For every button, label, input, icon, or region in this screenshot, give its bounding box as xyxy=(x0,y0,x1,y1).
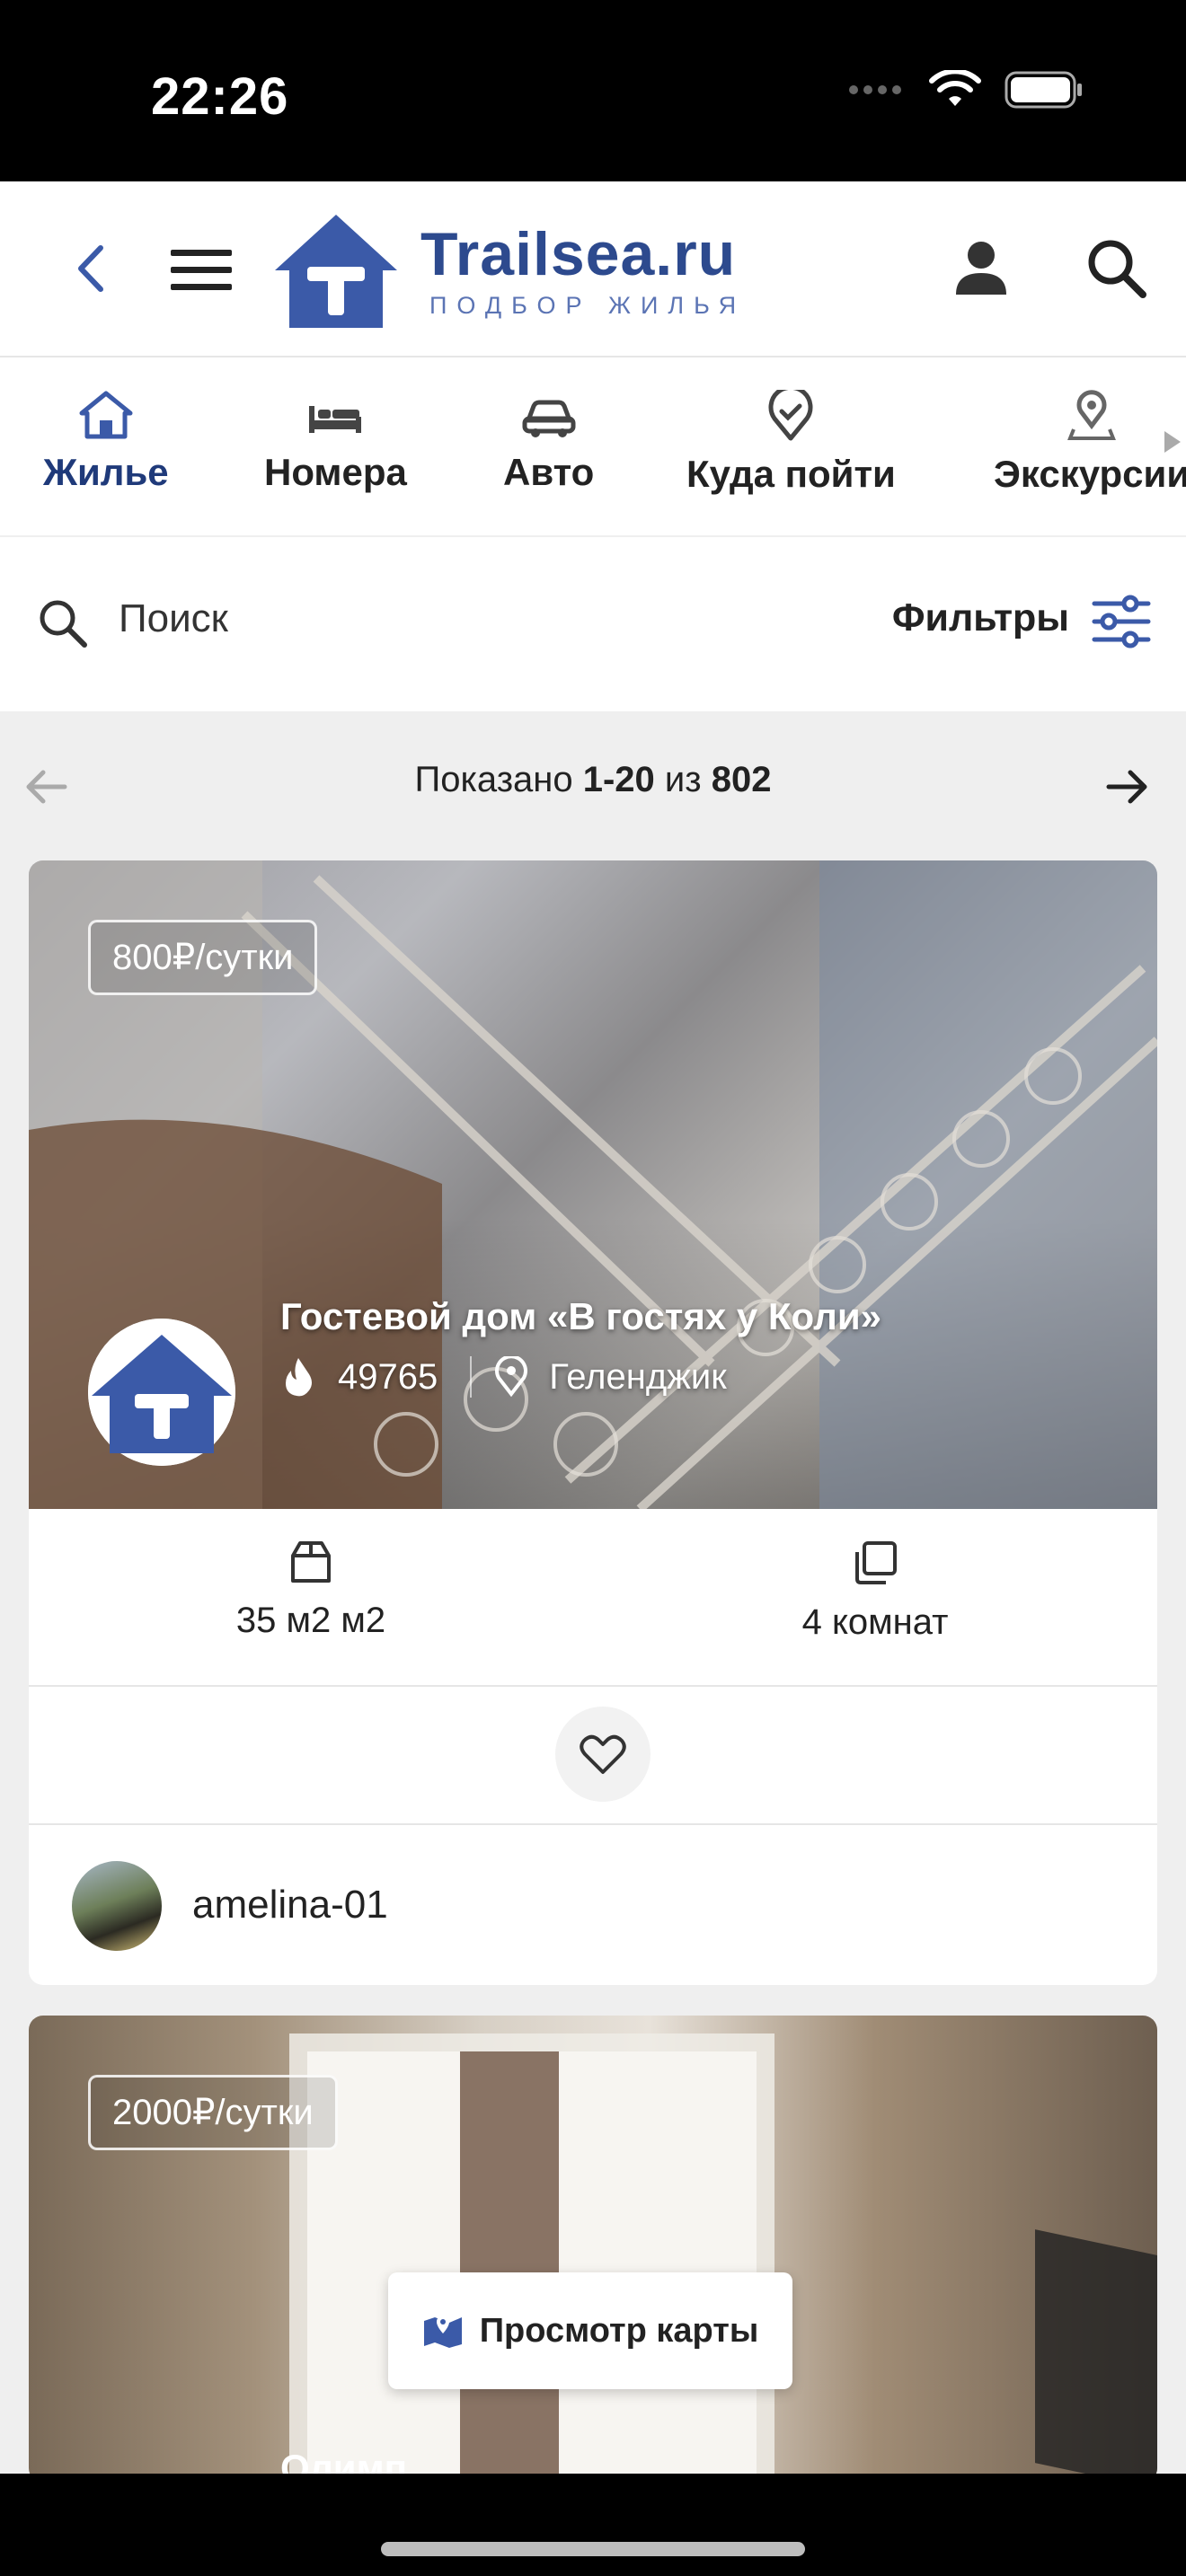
status-bar: 22:26 xyxy=(0,0,1186,181)
logo-house-icon xyxy=(275,215,397,328)
owner-name[interactable]: amelina-01 xyxy=(192,1883,388,1928)
listing-stats: 35 м2 м2 4 комнат xyxy=(29,1509,1157,1687)
filters-icon[interactable] xyxy=(1091,595,1152,648)
map-pin-icon xyxy=(1067,390,1117,440)
stat-rooms: 4 комнат xyxy=(593,1539,1157,1643)
app-header: Trailsea.ru ПОДБОР ЖИЛЬЯ xyxy=(0,181,1186,357)
car-icon xyxy=(522,400,576,437)
next-page-arrow-icon[interactable] xyxy=(1100,760,1154,814)
category-nav: Жилье Номера Авто Куда пойти Экскурсии xyxy=(0,357,1186,535)
map-icon xyxy=(423,2316,462,2348)
category-item-housing[interactable]: Жилье xyxy=(43,390,169,494)
category-item-excursions[interactable]: Экскурсии xyxy=(994,390,1186,496)
price-badge: 800₽/сутки xyxy=(88,920,318,995)
meta-divider xyxy=(470,1356,473,1398)
search-icon[interactable] xyxy=(36,596,88,648)
site-logo[interactable]: Trailsea.ru ПОДБОР ЖИЛЬЯ xyxy=(271,208,746,334)
pagination-prefix: Показано xyxy=(414,760,573,799)
listing-city: Геленджик xyxy=(549,1356,727,1397)
logo-subtitle: ПОДБОР ЖИЛЬЯ xyxy=(429,291,747,319)
favorite-row xyxy=(29,1687,1157,1825)
stat-area: 35 м2 м2 xyxy=(29,1539,593,1641)
view-map-label: Просмотр карты xyxy=(479,2311,759,2350)
category-item-rooms[interactable]: Номера xyxy=(264,390,407,494)
search-bar: Поиск Фильтры xyxy=(0,537,1186,711)
user-icon[interactable] xyxy=(949,235,1013,300)
listing-photo[interactable]: 800₽/сутки Гостевой дом «В гостях у Коли… xyxy=(29,860,1157,1509)
pagination-text: Показано 1-20 из 802 xyxy=(0,760,1186,800)
category-label: Экскурсии xyxy=(994,453,1186,495)
listing-title[interactable]: Гостевой дом «В гостях у Коли» xyxy=(280,1295,881,1338)
view-map-button[interactable]: Просмотр карты xyxy=(388,2272,792,2389)
logo-house-icon xyxy=(88,1319,235,1466)
category-item-auto[interactable]: Авто xyxy=(503,390,594,494)
location-pin-icon xyxy=(495,1356,528,1398)
bed-icon xyxy=(309,406,362,433)
views-count: 49765 xyxy=(338,1356,438,1397)
category-label: Жилье xyxy=(43,451,169,493)
search-icon[interactable] xyxy=(1084,235,1148,300)
wifi-icon xyxy=(929,70,981,106)
area-value: 35 м2 м2 xyxy=(235,1601,386,1640)
scroll-right-arrow-icon[interactable] xyxy=(1164,431,1181,453)
pagination: Показано 1-20 из 802 xyxy=(0,719,1186,853)
home-indicator-area xyxy=(0,2474,1186,2576)
listing-meta: 49765 Геленджик xyxy=(280,1356,727,1398)
logo-title: Trailsea.ru xyxy=(420,219,737,288)
rooms-value: 4 комнат xyxy=(801,1602,949,1642)
pagination-total: 802 xyxy=(711,760,772,799)
pagination-of: из xyxy=(664,760,702,799)
category-item-places[interactable]: Куда пойти xyxy=(686,390,896,496)
copy-icon xyxy=(855,1541,897,1584)
listing-card[interactable]: 800₽/сутки Гостевой дом «В гостях у Коли… xyxy=(29,860,1157,1985)
house-icon xyxy=(79,391,133,439)
heart-icon xyxy=(580,1734,626,1774)
back-arrow-icon[interactable] xyxy=(65,237,119,300)
favorite-button[interactable] xyxy=(555,1707,651,1802)
location-check-icon xyxy=(769,390,813,441)
filters-button[interactable]: Фильтры xyxy=(892,596,1069,640)
category-label: Куда пойти xyxy=(686,453,896,495)
listing-photo[interactable]: 2000₽/сутки Олимп xyxy=(29,2016,1157,2483)
home-indicator[interactable] xyxy=(381,2542,805,2556)
price-badge: 2000₽/сутки xyxy=(88,2075,338,2150)
pagination-range: 1-20 xyxy=(582,760,655,799)
status-time: 22:26 xyxy=(151,67,289,126)
fire-icon xyxy=(286,1358,312,1397)
owner-row[interactable]: amelina-01 xyxy=(29,1825,1157,1983)
menu-icon[interactable] xyxy=(167,246,235,295)
avatar[interactable] xyxy=(72,1861,162,1951)
battery-icon xyxy=(1005,71,1082,109)
signal-icon xyxy=(849,85,901,94)
status-icons xyxy=(848,70,1084,110)
box-icon xyxy=(291,1541,331,1583)
host-logo xyxy=(88,1319,235,1466)
listing-card[interactable]: 2000₽/сутки Олимп xyxy=(29,2016,1157,2483)
category-label: Номера xyxy=(264,451,407,493)
search-input[interactable]: Поиск xyxy=(119,596,228,641)
category-label: Авто xyxy=(503,451,595,493)
